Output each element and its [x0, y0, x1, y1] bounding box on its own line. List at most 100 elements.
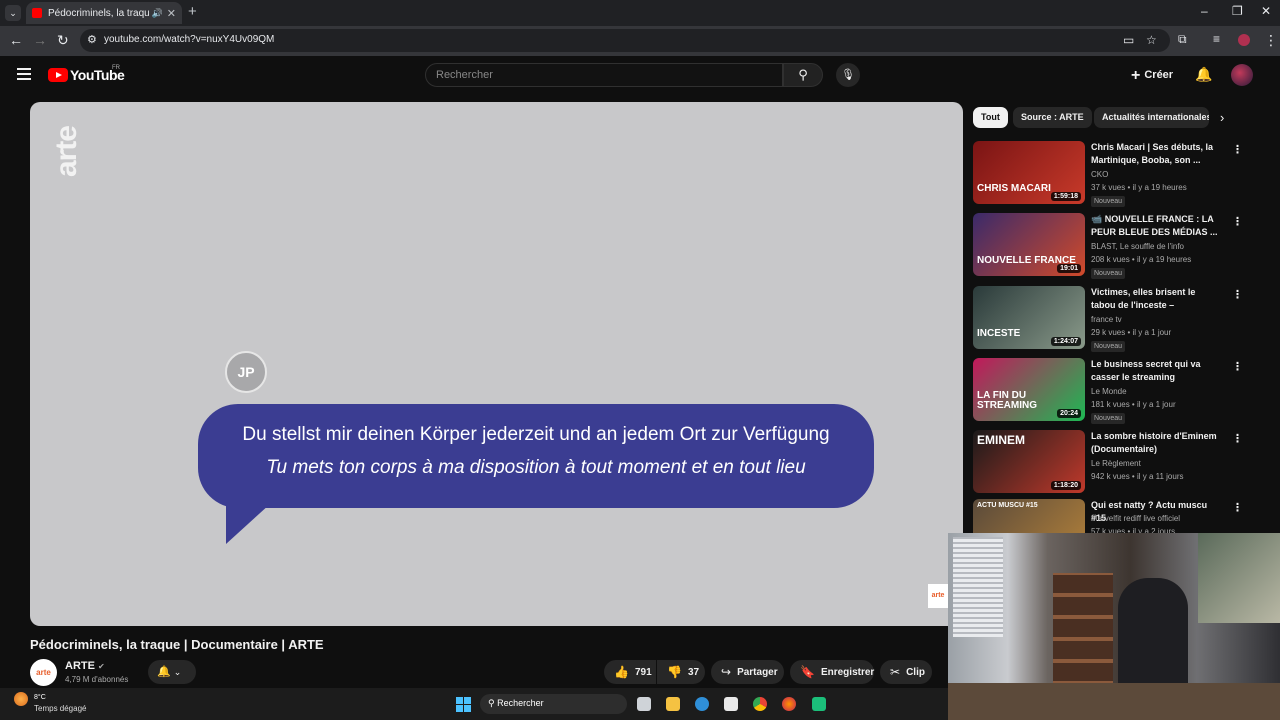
taskbar-search[interactable]: ⚲ Rechercher: [480, 694, 627, 714]
weather-description[interactable]: Temps dégagé: [34, 704, 86, 713]
cast-icon[interactable]: ▭: [1123, 33, 1134, 47]
video-player[interactable]: arte JP Du stellst mir deinen Körper jed…: [30, 102, 963, 626]
more-options-icon[interactable]: ⋮: [1232, 501, 1243, 514]
reading-list-icon[interactable]: ≡: [1213, 32, 1220, 46]
reload-icon[interactable]: ↻: [57, 32, 69, 49]
share-button[interactable]: ↪ Partager: [711, 660, 784, 684]
scissors-icon: ✂: [890, 665, 901, 679]
recommendation-title[interactable]: 📹 NOUVELLE FRANCE : LA PEUR BLEUE DES MÉ…: [1091, 213, 1219, 239]
recommendation-title[interactable]: Chris Macari | Ses débuts, la Martinique…: [1091, 141, 1219, 167]
video-thumbnail[interactable]: INCESTE 1:24:07: [973, 286, 1085, 349]
thumbnail-text: ACTU MUSCU #15: [977, 502, 1038, 509]
recommendation-title[interactable]: La sombre histoire d'Eminem (Documentair…: [1091, 430, 1219, 456]
speaker-icon[interactable]: 🔊: [152, 8, 163, 19]
store-icon[interactable]: [724, 697, 738, 711]
hamburger-menu-icon[interactable]: [17, 68, 31, 80]
more-options-icon[interactable]: ⋮: [1232, 360, 1243, 373]
chevron-down-icon: ⌄: [173, 667, 182, 677]
back-icon[interactable]: ←: [9, 32, 23, 48]
duration-badge: 1:59:18: [1050, 192, 1081, 201]
recommendation-item[interactable]: LA FIN DU STREAMING 20:24 Le business se…: [973, 358, 1273, 424]
task-view-icon[interactable]: [637, 697, 651, 711]
extensions-icon[interactable]: ⧉: [1178, 32, 1187, 47]
more-menu-icon[interactable]: ⋮: [1264, 32, 1278, 49]
chrome-icon[interactable]: [753, 697, 767, 711]
windows-start-icon[interactable]: [456, 697, 471, 712]
share-icon: ↪: [721, 665, 732, 679]
thumbnail-text: CHRIS MACARI: [977, 183, 1051, 194]
recommendation-meta: 37 k vues • il y a 19 heures: [1091, 183, 1187, 192]
more-options-icon[interactable]: ⋮: [1232, 432, 1243, 445]
duration-badge: 1:24:07: [1050, 337, 1081, 346]
subscribe-bell-button[interactable]: 🔔 ⌄: [148, 660, 196, 684]
profile-avatar[interactable]: [1238, 34, 1250, 46]
more-options-icon[interactable]: ⋮: [1232, 143, 1243, 156]
recommendation-item[interactable]: EMINEM 1:18:20 La sombre histoire d'Emin…: [973, 430, 1273, 496]
plus-icon: +: [1131, 67, 1141, 84]
notifications-bell-icon[interactable]: 🔔: [1195, 66, 1212, 83]
more-options-icon[interactable]: ⋮: [1232, 215, 1243, 228]
create-button[interactable]: + Créer: [1131, 67, 1173, 85]
channel-name[interactable]: ARTE ✔: [65, 660, 105, 672]
recommendation-meta: 942 k vues • il y a 11 jours: [1091, 472, 1184, 481]
duration-badge: 19:01: [1057, 264, 1081, 273]
weather-icon[interactable]: [14, 692, 28, 706]
thumbs-up-icon: 👍: [614, 665, 629, 679]
chip-international-news[interactable]: Actualités internationales: [1094, 107, 1209, 128]
close-window-icon[interactable]: ✕: [1261, 4, 1271, 18]
recommendation-title[interactable]: Le business secret qui va casser le stre…: [1091, 358, 1219, 384]
firefox-icon[interactable]: [782, 697, 796, 711]
clip-button[interactable]: ✂ Clip: [880, 660, 932, 684]
recommendation-title[interactable]: Victimes, elles brisent le tabou de l'in…: [1091, 286, 1219, 312]
tab-list-button[interactable]: ⌄: [5, 5, 21, 21]
video-thumbnail[interactable]: NOUVELLE FRANCE 19:01: [973, 213, 1085, 276]
thumbnail-text: LA FIN DU STREAMING: [977, 390, 1037, 411]
recommendation-channel[interactable]: Le Monde: [1091, 387, 1127, 396]
chevron-right-icon[interactable]: ›: [1220, 110, 1224, 125]
save-button[interactable]: 🔖 Enregistrer: [790, 660, 874, 684]
like-button[interactable]: 👍 791: [604, 660, 656, 684]
restore-icon[interactable]: ❐: [1232, 4, 1243, 18]
dislike-count: 37: [687, 666, 700, 678]
save-label: Enregistrer: [820, 666, 875, 678]
recommendation-item[interactable]: NOUVELLE FRANCE 19:01 📹 NOUVELLE FRANCE …: [973, 213, 1273, 279]
browser-tab[interactable]: Pédocriminels, la traque | D 🔊 ✕: [26, 2, 182, 24]
chip-all[interactable]: Tout: [973, 107, 1008, 128]
weather-temperature[interactable]: 8°C: [34, 694, 46, 701]
more-options-icon[interactable]: ⋮: [1232, 288, 1243, 301]
recommendation-channel[interactable]: Le Règlement: [1091, 459, 1141, 468]
close-tab-icon[interactable]: ✕: [167, 7, 176, 20]
voice-search-icon[interactable]: 🎙: [836, 63, 860, 87]
user-avatar[interactable]: [1231, 64, 1253, 86]
bookmark-star-icon[interactable]: ☆: [1146, 33, 1157, 47]
webcam-desk: [948, 683, 1280, 720]
webcam-overlay: [948, 533, 1280, 720]
recommendation-channel[interactable]: france tv: [1091, 315, 1122, 324]
new-tab-button[interactable]: +: [188, 3, 197, 20]
video-thumbnail[interactable]: CHRIS MACARI 1:59:18: [973, 141, 1085, 204]
recommendation-item[interactable]: INCESTE 1:24:07 Victimes, elles brisent …: [973, 286, 1273, 352]
site-info-icon[interactable]: ⚙: [87, 33, 97, 46]
browser-toolbar: ← → ↻ ⚙ youtube.com/watch?v=nuxY4Uv09QM …: [0, 26, 1280, 56]
recommendation-item[interactable]: CHRIS MACARI 1:59:18 Chris Macari | Ses …: [973, 141, 1273, 207]
chip-source-arte[interactable]: Source : ARTE: [1013, 107, 1092, 128]
video-thumbnail[interactable]: LA FIN DU STREAMING 20:24: [973, 358, 1085, 421]
minimize-icon[interactable]: –: [1201, 4, 1208, 18]
search-input[interactable]: Rechercher: [425, 63, 783, 87]
dislike-button[interactable]: 👎 37: [657, 660, 705, 684]
search-button[interactable]: ⚲: [783, 63, 823, 87]
app-icon[interactable]: [812, 697, 826, 711]
recommendation-channel[interactable]: Marvelfit rediff live officiel: [1091, 514, 1180, 523]
recommendation-channel[interactable]: CKO: [1091, 170, 1108, 179]
edge-icon[interactable]: [695, 697, 709, 711]
forward-icon[interactable]: →: [33, 32, 47, 48]
youtube-logo[interactable]: YouTube FR: [48, 65, 125, 83]
country-code: FR: [112, 65, 120, 71]
video-thumbnail[interactable]: EMINEM 1:18:20: [973, 430, 1085, 493]
channel-avatar[interactable]: arte: [30, 659, 57, 686]
recommendation-channel[interactable]: BLAST, Le souffle de l'info: [1091, 242, 1184, 251]
file-explorer-icon[interactable]: [666, 697, 680, 711]
address-bar[interactable]: ⚙ youtube.com/watch?v=nuxY4Uv09QM ▭ ☆: [80, 29, 1170, 52]
thumbnail-text: EMINEM: [977, 433, 1025, 447]
share-label: Partager: [737, 666, 778, 678]
